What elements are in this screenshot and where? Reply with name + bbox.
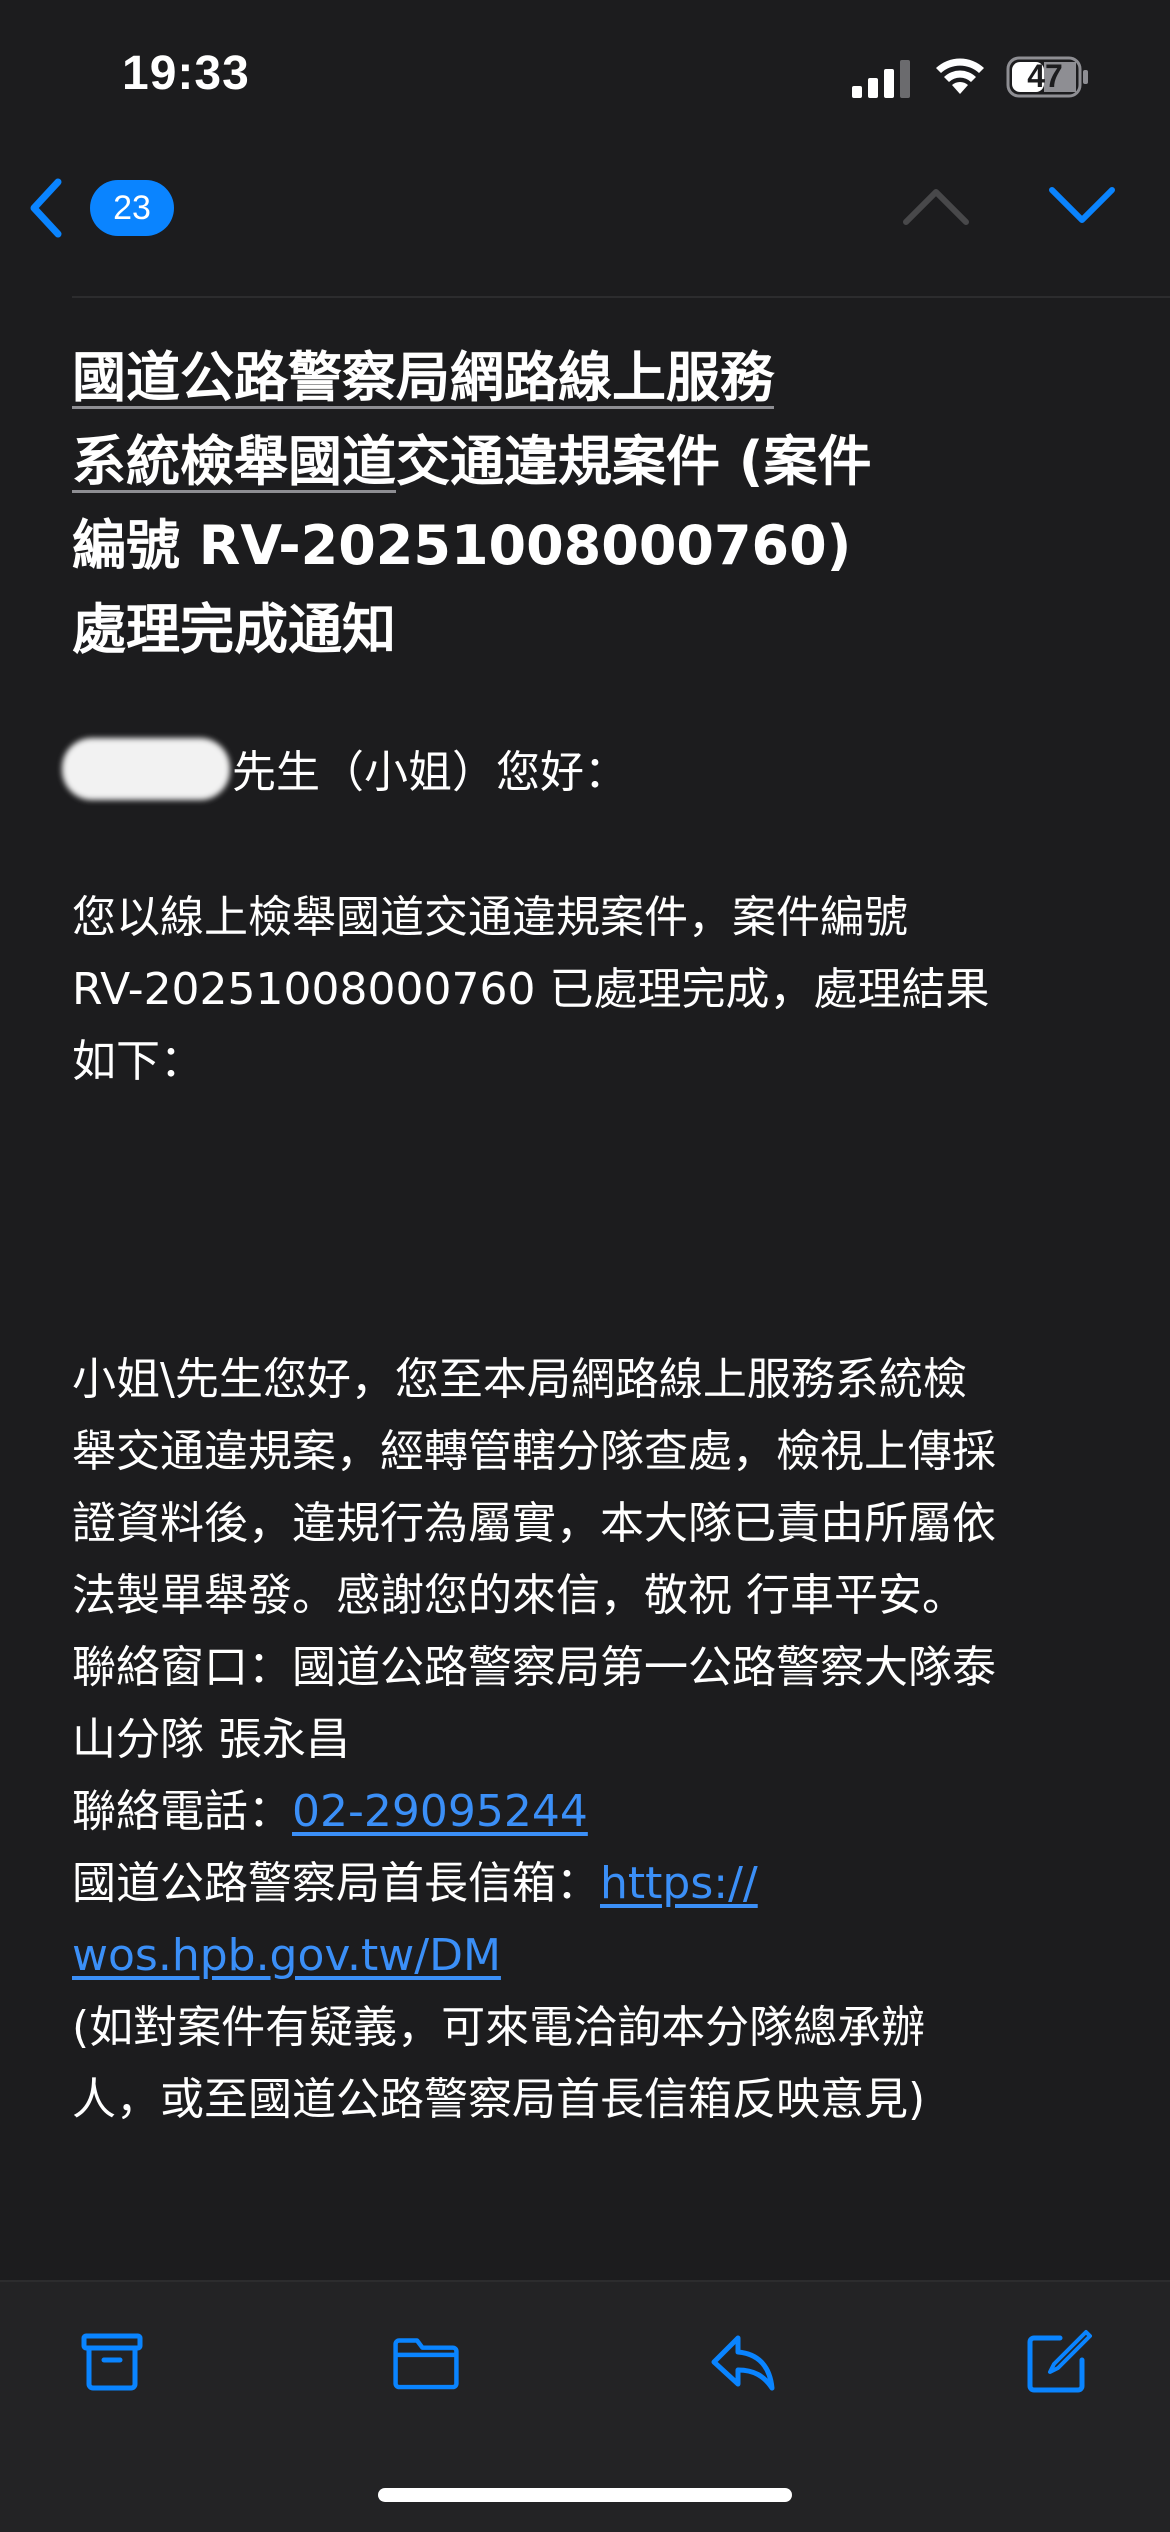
reply-icon[interactable]	[708, 2328, 776, 2396]
phone-link[interactable]: 02-29095244	[292, 1786, 588, 1837]
folder-icon[interactable]	[392, 2328, 460, 2396]
para1-line-1: 您以線上檢舉國道交通違規案件，案件編號	[72, 892, 908, 943]
subject-line-4: 處理完成通知	[72, 598, 396, 661]
header-divider	[72, 296, 1170, 298]
nav-bar	[0, 150, 1170, 272]
wifi-icon	[936, 58, 984, 94]
subject-line-1: 國道公路警察局網路線上服務	[72, 346, 774, 409]
status-time: 19:33	[122, 47, 250, 100]
para1-line-3: 如下：	[72, 1036, 204, 1087]
unread-count-badge[interactable]: 23	[90, 180, 174, 236]
contact-line-1: 聯絡窗口：國道公路警察局第一公路警察大隊泰	[72, 1642, 996, 1693]
home-indicator[interactable]	[378, 2488, 792, 2502]
chevron-down-icon[interactable]	[1046, 184, 1118, 228]
subject-line-3: 編號 RV-20251008000760)	[72, 514, 852, 577]
redacted-name	[62, 738, 230, 800]
mail-screen: 19:33 47 23 國道公路警察局網路線上服務 系統檢舉國道交通違規案件 (…	[0, 0, 1170, 2532]
para1-line-2: RV-20251008000760 已處理完成，處理結果	[72, 964, 990, 1015]
mailbox-link-part-1[interactable]: https://	[600, 1858, 758, 1909]
mailbox-row: 國道公路警察局首長信箱：https://	[72, 1848, 1112, 1920]
note-line-2: 人，或至國道公路警察局首長信箱反映意見)	[72, 2074, 926, 2125]
subject-line-2-underlined: 系統檢舉國道	[72, 430, 396, 493]
para2-line-3: 證資料後，違規行為屬實，本大隊已責由所屬依	[72, 1498, 996, 1549]
body-paragraph-1: 您以線上檢舉國道交通違規案件，案件編號 RV-20251008000760 已處…	[72, 882, 1112, 1098]
archive-icon[interactable]	[78, 2328, 146, 2396]
mailbox-row-2: wos.hpb.gov.tw/DM	[72, 1920, 1112, 1992]
mailbox-label: 國道公路警察局首長信箱：	[72, 1858, 600, 1909]
para2-line-4: 法製單舉發。感謝您的來信，敬祝 行車平安。	[72, 1570, 966, 1621]
note-line-1: (如對案件有疑義，可來電洽詢本分隊總承辦	[72, 2002, 926, 2053]
compose-icon[interactable]	[1024, 2328, 1092, 2396]
subject-line-2-rest: 交通違規案件 (案件	[396, 430, 872, 493]
chevron-left-icon[interactable]	[24, 176, 68, 240]
phone-label: 聯絡電話：	[72, 1786, 292, 1837]
mailbox-link-part-2[interactable]: wos.hpb.gov.tw/DM	[72, 1930, 501, 1981]
battery-level: 47	[1027, 57, 1063, 94]
body-paragraph-2: 小姐\先生您好，您至本局網路線上服務系統檢 舉交通違規案，經轉管轄分隊查處，檢視…	[72, 1344, 1112, 2136]
phone-row: 聯絡電話：02-29095244	[72, 1776, 1112, 1848]
greeting-text: 先生（小姐）您好：	[232, 747, 628, 798]
email-subject: 國道公路警察局網路線上服務 系統檢舉國道交通違規案件 (案件 編號 RV-202…	[72, 336, 1092, 672]
contact-line-2: 山分隊 張永昌	[72, 1714, 350, 1765]
signal-icon	[852, 60, 910, 98]
chevron-up-icon[interactable]	[900, 184, 972, 228]
para2-line-1: 小姐\先生您好，您至本局網路線上服務系統檢	[72, 1354, 967, 1405]
para2-line-2: 舉交通違規案，經轉管轄分隊查處，檢視上傳採	[72, 1426, 996, 1477]
